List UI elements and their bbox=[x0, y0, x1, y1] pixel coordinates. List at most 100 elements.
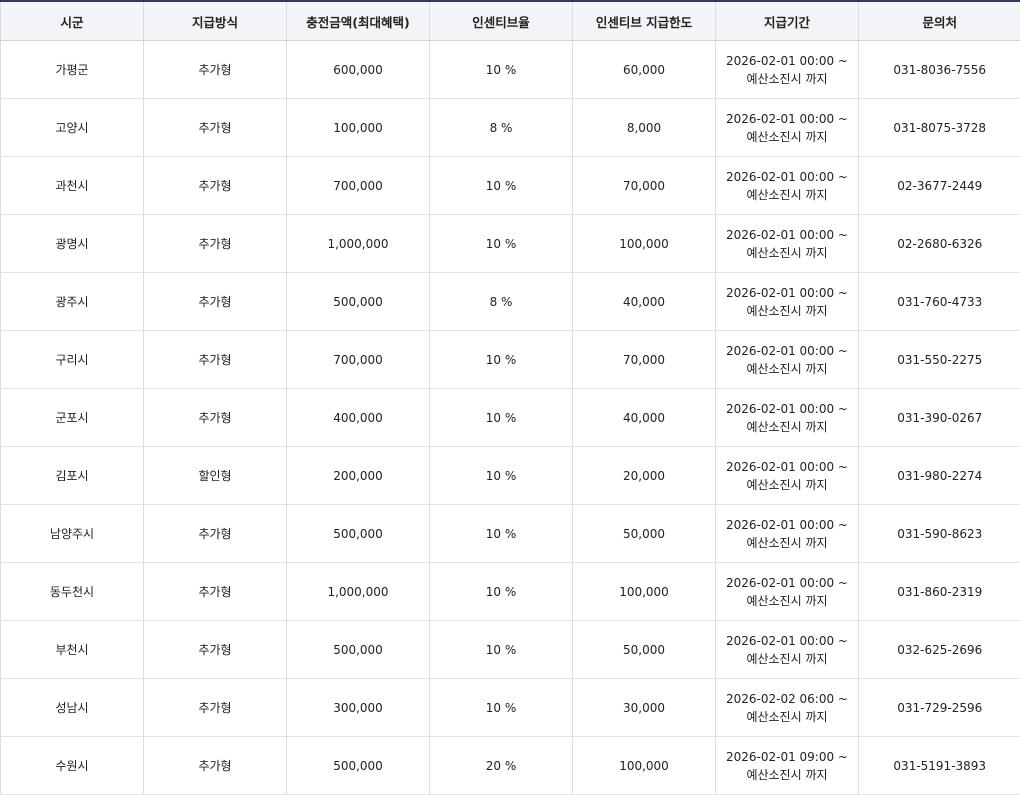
cell-period: 2026-02-01 00:00 ~ 예산소진시 까지 bbox=[716, 447, 859, 505]
cell-rate: 10 % bbox=[430, 41, 573, 99]
cell-contact: 02-2680-6326 bbox=[859, 215, 1020, 273]
table-row: 남양주시추가형500,00010 %50,0002026-02-01 00:00… bbox=[1, 505, 1020, 563]
table-row: 가평군추가형600,00010 %60,0002026-02-01 00:00 … bbox=[1, 41, 1020, 99]
cell-amount: 200,000 bbox=[287, 447, 430, 505]
header-method: 지급방식 bbox=[144, 2, 287, 41]
cell-contact: 031-550-2275 bbox=[859, 331, 1020, 389]
cell-rate: 8 % bbox=[430, 273, 573, 331]
table-row: 김포시할인형200,00010 %20,0002026-02-01 00:00 … bbox=[1, 447, 1020, 505]
cell-period: 2026-02-02 06:00 ~ 예산소진시 까지 bbox=[716, 679, 859, 737]
header-amount: 충전금액(최대혜택) bbox=[287, 2, 430, 41]
cell-limit: 30,000 bbox=[573, 679, 716, 737]
cell-method: 추가형 bbox=[144, 621, 287, 679]
cell-method: 추가형 bbox=[144, 679, 287, 737]
header-limit: 인센티브 지급한도 bbox=[573, 2, 716, 41]
cell-rate: 10 % bbox=[430, 505, 573, 563]
cell-region: 동두천시 bbox=[1, 563, 144, 621]
cell-contact: 031-390-0267 bbox=[859, 389, 1020, 447]
cell-rate: 10 % bbox=[430, 215, 573, 273]
table-row: 수원시추가형500,00020 %100,0002026-02-01 09:00… bbox=[1, 737, 1020, 795]
table-row: 부천시추가형500,00010 %50,0002026-02-01 00:00 … bbox=[1, 621, 1020, 679]
cell-period: 2026-02-01 00:00 ~ 예산소진시 까지 bbox=[716, 41, 859, 99]
cell-rate: 10 % bbox=[430, 389, 573, 447]
cell-limit: 8,000 bbox=[573, 99, 716, 157]
incentive-table: 시군 지급방식 충전금액(최대혜택) 인센티브율 인센티브 지급한도 지급기간 … bbox=[0, 2, 1020, 795]
cell-region: 수원시 bbox=[1, 737, 144, 795]
cell-region: 고양시 bbox=[1, 99, 144, 157]
period-text: 2026-02-01 00:00 ~ 예산소진시 까지 bbox=[722, 284, 852, 320]
cell-method: 할인형 bbox=[144, 447, 287, 505]
cell-method: 추가형 bbox=[144, 41, 287, 99]
cell-limit: 70,000 bbox=[573, 157, 716, 215]
table-row: 과천시추가형700,00010 %70,0002026-02-01 00:00 … bbox=[1, 157, 1020, 215]
cell-limit: 40,000 bbox=[573, 389, 716, 447]
cell-region: 군포시 bbox=[1, 389, 144, 447]
period-text: 2026-02-01 00:00 ~ 예산소진시 까지 bbox=[722, 400, 852, 436]
cell-period: 2026-02-01 00:00 ~ 예산소진시 까지 bbox=[716, 99, 859, 157]
header-period: 지급기간 bbox=[716, 2, 859, 41]
period-text: 2026-02-01 00:00 ~ 예산소진시 까지 bbox=[722, 342, 852, 378]
cell-limit: 100,000 bbox=[573, 215, 716, 273]
cell-amount: 600,000 bbox=[287, 41, 430, 99]
cell-rate: 10 % bbox=[430, 157, 573, 215]
cell-limit: 50,000 bbox=[573, 621, 716, 679]
cell-limit: 50,000 bbox=[573, 505, 716, 563]
cell-method: 추가형 bbox=[144, 737, 287, 795]
cell-contact: 031-5191-3893 bbox=[859, 737, 1020, 795]
cell-method: 추가형 bbox=[144, 99, 287, 157]
cell-period: 2026-02-01 00:00 ~ 예산소진시 까지 bbox=[716, 273, 859, 331]
period-text: 2026-02-01 00:00 ~ 예산소진시 까지 bbox=[722, 52, 852, 88]
header-contact: 문의처 bbox=[859, 2, 1020, 41]
cell-contact: 031-8036-7556 bbox=[859, 41, 1020, 99]
cell-period: 2026-02-01 00:00 ~ 예산소진시 까지 bbox=[716, 563, 859, 621]
period-text: 2026-02-01 00:00 ~ 예산소진시 까지 bbox=[722, 458, 852, 494]
cell-period: 2026-02-01 00:00 ~ 예산소진시 까지 bbox=[716, 505, 859, 563]
cell-period: 2026-02-01 00:00 ~ 예산소진시 까지 bbox=[716, 215, 859, 273]
period-text: 2026-02-01 09:00 ~ 예산소진시 까지 bbox=[722, 748, 852, 784]
cell-rate: 10 % bbox=[430, 447, 573, 505]
cell-contact: 032-625-2696 bbox=[859, 621, 1020, 679]
period-text: 2026-02-01 00:00 ~ 예산소진시 까지 bbox=[722, 632, 852, 668]
cell-limit: 20,000 bbox=[573, 447, 716, 505]
table-row: 군포시추가형400,00010 %40,0002026-02-01 00:00 … bbox=[1, 389, 1020, 447]
header-region: 시군 bbox=[1, 2, 144, 41]
cell-rate: 10 % bbox=[430, 621, 573, 679]
cell-region: 남양주시 bbox=[1, 505, 144, 563]
cell-contact: 031-729-2596 bbox=[859, 679, 1020, 737]
cell-method: 추가형 bbox=[144, 563, 287, 621]
cell-limit: 60,000 bbox=[573, 41, 716, 99]
cell-period: 2026-02-01 00:00 ~ 예산소진시 까지 bbox=[716, 389, 859, 447]
period-text: 2026-02-02 06:00 ~ 예산소진시 까지 bbox=[722, 690, 852, 726]
cell-limit: 100,000 bbox=[573, 563, 716, 621]
cell-amount: 500,000 bbox=[287, 273, 430, 331]
cell-region: 부천시 bbox=[1, 621, 144, 679]
header-rate: 인센티브율 bbox=[430, 2, 573, 41]
cell-period: 2026-02-01 00:00 ~ 예산소진시 까지 bbox=[716, 621, 859, 679]
table-row: 광명시추가형1,000,00010 %100,0002026-02-01 00:… bbox=[1, 215, 1020, 273]
table-row: 광주시추가형500,0008 %40,0002026-02-01 00:00 ~… bbox=[1, 273, 1020, 331]
cell-amount: 700,000 bbox=[287, 331, 430, 389]
cell-amount: 500,000 bbox=[287, 505, 430, 563]
period-text: 2026-02-01 00:00 ~ 예산소진시 까지 bbox=[722, 168, 852, 204]
cell-contact: 031-8075-3728 bbox=[859, 99, 1020, 157]
cell-contact: 031-590-8623 bbox=[859, 505, 1020, 563]
cell-rate: 10 % bbox=[430, 563, 573, 621]
cell-limit: 70,000 bbox=[573, 331, 716, 389]
cell-amount: 700,000 bbox=[287, 157, 430, 215]
period-text: 2026-02-01 00:00 ~ 예산소진시 까지 bbox=[722, 516, 852, 552]
cell-method: 추가형 bbox=[144, 215, 287, 273]
cell-method: 추가형 bbox=[144, 505, 287, 563]
cell-region: 광주시 bbox=[1, 273, 144, 331]
cell-rate: 8 % bbox=[430, 99, 573, 157]
cell-region: 김포시 bbox=[1, 447, 144, 505]
table-row: 구리시추가형700,00010 %70,0002026-02-01 00:00 … bbox=[1, 331, 1020, 389]
cell-amount: 500,000 bbox=[287, 621, 430, 679]
cell-contact: 031-760-4733 bbox=[859, 273, 1020, 331]
cell-amount: 300,000 bbox=[287, 679, 430, 737]
cell-limit: 40,000 bbox=[573, 273, 716, 331]
cell-period: 2026-02-01 00:00 ~ 예산소진시 까지 bbox=[716, 157, 859, 215]
cell-amount: 500,000 bbox=[287, 737, 430, 795]
cell-method: 추가형 bbox=[144, 331, 287, 389]
cell-period: 2026-02-01 09:00 ~ 예산소진시 까지 bbox=[716, 737, 859, 795]
cell-method: 추가형 bbox=[144, 273, 287, 331]
